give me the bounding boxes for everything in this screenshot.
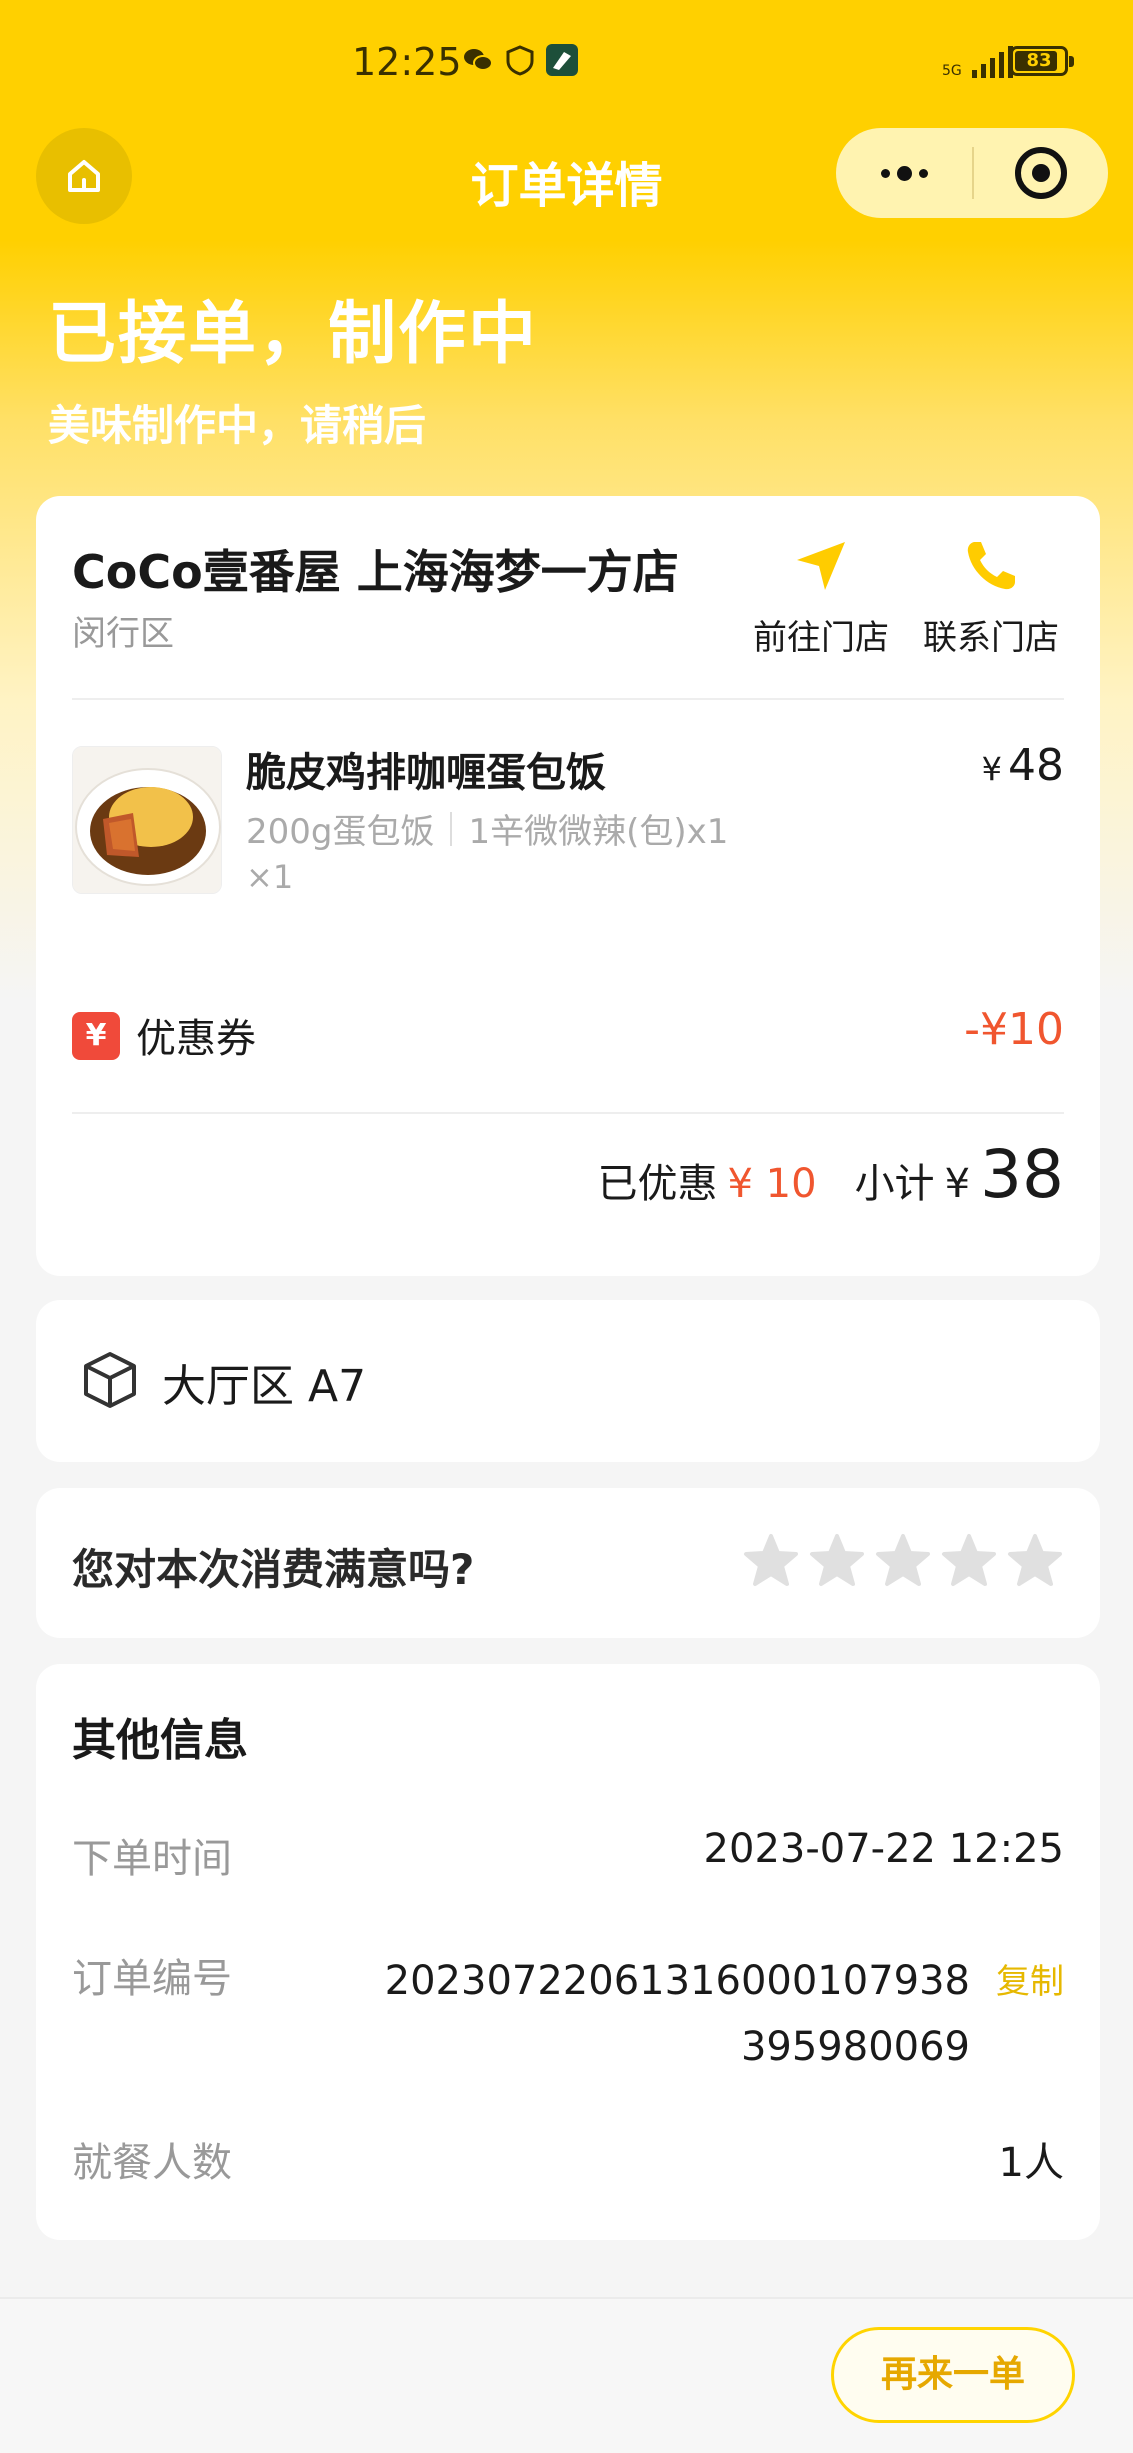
rating-question: 您对本次消费满意吗?: [72, 1545, 475, 1594]
divider: [72, 698, 1064, 700]
coupon-amount: -¥10: [964, 1004, 1064, 1055]
order-summary: 已优惠 ¥ 10 小计 ¥ 38: [598, 1136, 1065, 1213]
status-bar: 12:25 5G 83: [0, 0, 1133, 130]
food-price-currency: ¥: [981, 750, 1002, 788]
order-status-subtitle: 美味制作中，请稍后: [48, 401, 427, 450]
subtotal-value: 38: [980, 1136, 1064, 1213]
star-rating: [742, 1532, 1064, 1590]
copy-order-number-button[interactable]: 复制: [996, 1954, 1064, 2003]
battery-icon: 83: [1010, 46, 1074, 76]
more-options-button[interactable]: [836, 128, 972, 218]
bottom-action-bar: 再来一单: [0, 2297, 1133, 2453]
guests-value: 1人: [998, 2140, 1064, 2186]
store-district: 闵行区: [72, 614, 174, 654]
food-price: ¥48: [982, 740, 1064, 791]
subtotal-label: 小计: [854, 1161, 935, 1207]
order-number-value[interactable]: 2023072206131600010793​8 395980069: [350, 1948, 970, 2080]
other-info-title: 其他信息: [72, 1715, 248, 1766]
food-spec-spice: 1辛微微辣(包)x1: [468, 812, 729, 852]
food-spec: 200g蛋包饭 1辛微微辣(包)x1: [246, 804, 728, 853]
star-icon[interactable]: [874, 1532, 932, 1590]
other-info-card: 其他信息 下单时间 2023-07-22 12:25 订单编号 20230722…: [36, 1664, 1100, 2240]
order-card: CoCo壹番屋 上海海梦一方店 闵行区 前往门店 联系门店 脆皮鸡排咖喱蛋包饭 …: [36, 496, 1100, 1276]
food-spec-portion: 200g蛋包饭: [246, 812, 435, 852]
phone-icon: [967, 542, 1015, 590]
discount-label: 已优惠: [597, 1161, 718, 1207]
wechat-icon: [462, 44, 494, 76]
food-price-value: 48: [1008, 740, 1064, 791]
discount-value: ¥ 10: [727, 1161, 817, 1207]
app-notification-icon: [546, 44, 578, 76]
order-number-line2: 395980069: [740, 2024, 970, 2070]
star-icon[interactable]: [940, 1532, 998, 1590]
subtotal-currency: ¥: [944, 1161, 971, 1207]
star-icon[interactable]: [742, 1532, 800, 1590]
divider: [72, 1112, 1064, 1114]
shield-icon: [504, 44, 536, 76]
food-image: [72, 746, 222, 894]
store-name: CoCo壹番屋 上海海梦一方店: [72, 545, 679, 599]
reorder-button[interactable]: 再来一单: [831, 2327, 1075, 2423]
order-status-title: 已接单，制作中: [48, 295, 539, 374]
table-card: 大厅区 A7: [36, 1300, 1100, 1462]
target-icon: [1015, 147, 1067, 199]
food-name: 脆皮鸡排咖喱蛋包饭: [246, 750, 606, 796]
star-icon[interactable]: [808, 1532, 866, 1590]
signal-icon: 5G: [942, 44, 1013, 78]
order-time-label: 下单时间: [72, 1836, 232, 1882]
coupon-icon: ¥: [72, 1012, 120, 1060]
navigation-arrow-icon: [797, 542, 845, 590]
coupon-label: 优惠券: [136, 1016, 256, 1062]
star-icon[interactable]: [1006, 1532, 1064, 1590]
navigate-store-label: 前往门店: [753, 618, 889, 658]
status-time: 12:25: [352, 40, 462, 84]
order-number-label: 订单编号: [72, 1956, 232, 2002]
food-quantity: ×1: [246, 858, 294, 896]
battery-level: 83: [1026, 50, 1052, 71]
network-type: 5G: [942, 63, 962, 79]
miniprogram-capsule: [836, 128, 1108, 218]
order-number-line1: 2023072206131600010793​8: [384, 1958, 970, 2004]
call-store-label: 联系门店: [923, 618, 1059, 658]
guests-label: 就餐人数: [72, 2140, 232, 2186]
table-number: 大厅区 A7: [162, 1361, 367, 1412]
status-notification-icons: [462, 44, 578, 76]
box-icon: [84, 1352, 136, 1408]
close-miniprogram-button[interactable]: [974, 128, 1108, 218]
navigate-store-button[interactable]: 前往门店: [746, 536, 896, 659]
call-store-button[interactable]: 联系门店: [916, 536, 1066, 659]
order-time-value: 2023-07-22 12:25: [703, 1826, 1064, 1872]
rating-card: 您对本次消费满意吗?: [36, 1488, 1100, 1638]
